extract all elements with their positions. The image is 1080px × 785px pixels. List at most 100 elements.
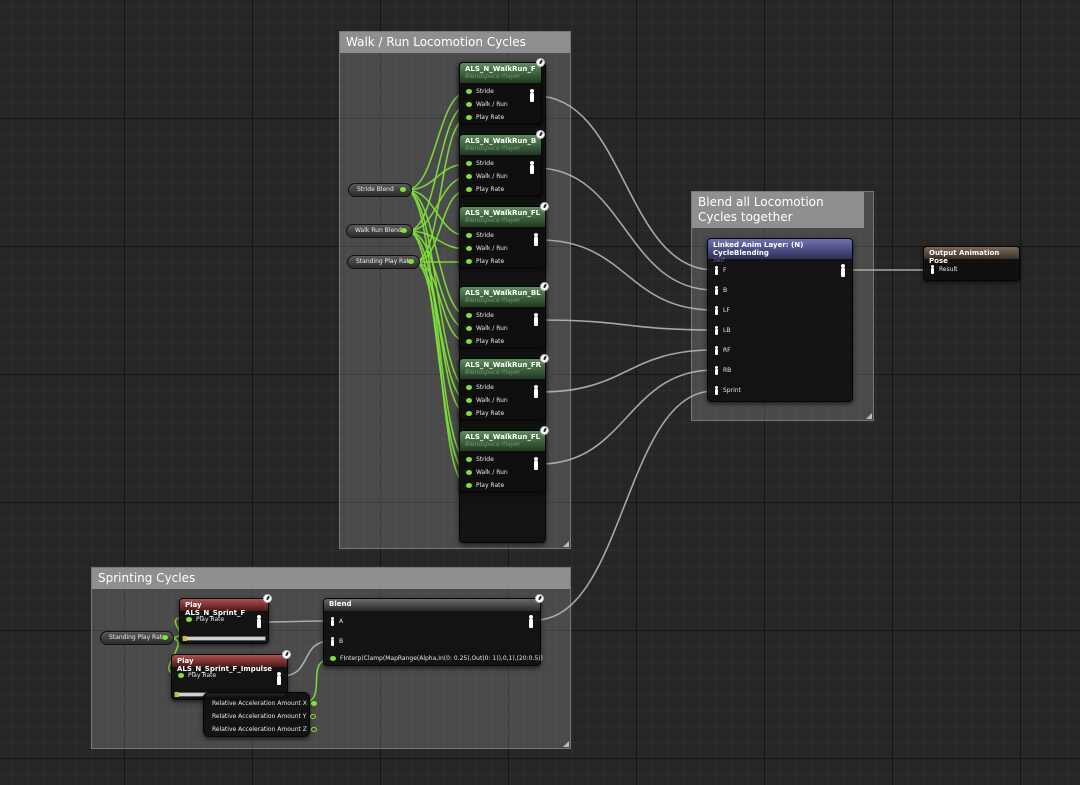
variable-label: Walk Run Blend	[355, 227, 402, 234]
pin-sprint[interactable]: Sprint	[714, 386, 741, 395]
node-header[interactable]: ALS_N_WalkRun_FR Blendspace Player	[460, 359, 545, 379]
pin-rf[interactable]: RF	[714, 346, 731, 355]
pin-play-rate[interactable]: Play Rate	[466, 482, 504, 490]
resize-grip[interactable]	[563, 741, 569, 747]
pin-stride[interactable]: Stride	[466, 232, 494, 240]
pin-label: Stride	[476, 384, 494, 391]
pose-output-icon[interactable]	[533, 457, 539, 470]
pin-label: Relative Acceleration Amount Z	[212, 726, 307, 733]
pin-alpha[interactable]: FInterp(Clamp(MapRange(Alpha,In(0: 0.25)…	[330, 655, 543, 663]
resize-grip[interactable]	[866, 413, 872, 419]
node-header[interactable]: ALS_N_WalkRun_FL Blendspace Player	[460, 207, 545, 227]
pin-label: Relative Acceleration Amount Y	[212, 713, 307, 720]
pin-walk-run[interactable]: Walk / Run	[466, 469, 508, 477]
pin-label: RB	[723, 367, 732, 374]
linked-anim-layer-node[interactable]: Linked Anim Layer: (N) CycleBlending Self…	[707, 238, 853, 402]
pin-walk-run[interactable]: Walk / Run	[466, 101, 508, 109]
pin-play-rate[interactable]: Play Rate	[466, 258, 504, 266]
clock-icon	[540, 202, 549, 211]
node-subtitle: Blendspace Player	[465, 369, 521, 376]
pose-pin-icon	[714, 306, 719, 315]
pin-stride[interactable]: Stride	[466, 160, 494, 168]
comment-title: Sprinting Cycles	[92, 568, 570, 589]
variable-walk-run-blend[interactable]: Walk Run Blend	[346, 224, 413, 238]
float-pin-icon	[466, 398, 472, 403]
pin-play-rate[interactable]: Play Rate	[466, 114, 504, 122]
pin-play-rate[interactable]: Play Rate	[466, 410, 504, 418]
blendspace-node-walkrun-b[interactable]: ALS_N_WalkRun_B Blendspace Player Stride …	[459, 130, 545, 196]
pin-f[interactable]: F	[714, 266, 726, 275]
blendspace-node-walkrun-f[interactable]: ALS_N_WalkRun_F Blendspace Player Stride …	[459, 58, 545, 124]
node-subtitle: Blendspace Player	[465, 297, 521, 304]
break-vector-node[interactable]: Relative Acceleration Amount X Relative …	[203, 692, 317, 737]
output-pin[interactable]	[400, 187, 406, 192]
node-subtitle: Blendspace Player	[465, 73, 521, 80]
pin-play-rate[interactable]: Play Rate	[466, 186, 504, 194]
float-pin-icon	[466, 385, 472, 390]
blendspace-node-walkrun-bl[interactable]: ALS_N_WalkRun_BL Blendspace Player Stride…	[459, 282, 549, 348]
pin-walk-run[interactable]: Walk / Run	[466, 325, 508, 333]
node-header[interactable]: ALS_N_WalkRun_BL Blendspace Player	[460, 287, 545, 307]
sequence-player-sprint-f[interactable]: Play ALS_N_Sprint_F Play Rate	[179, 594, 272, 644]
pose-output-icon[interactable]	[533, 313, 539, 326]
pose-output-icon[interactable]	[256, 615, 262, 628]
pin-walk-run[interactable]: Walk / Run	[466, 397, 508, 405]
node-title: Play ALS_N_Sprint_F_Impulse	[177, 657, 272, 673]
pin-lf[interactable]: LF	[714, 306, 730, 315]
node-header[interactable]: Output Animation Pose	[924, 247, 1019, 265]
clock-icon	[535, 594, 544, 603]
pose-output-icon[interactable]	[528, 615, 534, 628]
output-animation-pose-node[interactable]: Output Animation Pose Result	[923, 246, 1020, 281]
pin-rb[interactable]: RB	[714, 366, 731, 375]
pose-output-icon[interactable]	[840, 264, 846, 277]
pin-play-rate[interactable]: Play Rate	[186, 616, 224, 624]
pin-stride[interactable]: Stride	[466, 88, 494, 96]
pin-b[interactable]: B	[330, 637, 343, 646]
pin-stride[interactable]: Stride	[466, 456, 494, 464]
blendspace-node-walkrun-fl-2[interactable]: ALS_N_WalkRun_FL Blendspace Player Stride…	[459, 426, 549, 492]
pin-acceleration-x[interactable]: Relative Acceleration Amount X	[212, 700, 317, 708]
node-header[interactable]: Play ALS_N_Sprint_F_Impulse	[172, 655, 287, 673]
pin-walk-run[interactable]: Walk / Run	[466, 173, 508, 181]
pin-b[interactable]: B	[714, 286, 727, 295]
clock-icon	[540, 282, 549, 291]
output-pin[interactable]	[401, 228, 407, 233]
pose-output-icon[interactable]	[533, 385, 539, 398]
pin-label: Stride	[476, 456, 494, 463]
slider-knob[interactable]	[183, 636, 187, 641]
resize-grip[interactable]	[563, 541, 569, 547]
output-pin[interactable]	[408, 259, 414, 264]
position-slider[interactable]	[182, 636, 266, 641]
node-header[interactable]: Blend	[324, 599, 540, 611]
pin-stride[interactable]: Stride	[466, 384, 494, 392]
pin-acceleration-y[interactable]: Relative Acceleration Amount Y	[212, 713, 317, 721]
variable-standing-play-rate[interactable]: Standing Play Rate	[347, 255, 420, 269]
node-header[interactable]: Linked Anim Layer: (N) CycleBlending Self	[708, 239, 852, 264]
pin-a[interactable]: A	[330, 617, 343, 626]
pin-stride[interactable]: Stride	[466, 312, 494, 320]
float-pin-icon	[330, 656, 336, 661]
variable-standing-play-rate-sprint[interactable]: Standing Play Rate	[100, 631, 174, 645]
pin-play-rate[interactable]: Play Rate	[178, 672, 216, 680]
pose-output-icon[interactable]	[533, 233, 539, 246]
pin-lb[interactable]: LB	[714, 326, 730, 335]
node-header[interactable]: ALS_N_WalkRun_B Blendspace Player	[460, 135, 541, 155]
node-header[interactable]: Play ALS_N_Sprint_F	[180, 599, 268, 617]
output-pin[interactable]	[162, 635, 168, 640]
blend-node[interactable]: Blend A B FInterp(Clamp(MapRange(Alpha,I…	[323, 594, 544, 666]
pin-result[interactable]: Result	[930, 265, 958, 274]
pose-output-icon[interactable]	[276, 672, 282, 685]
blendspace-node-walkrun-fl[interactable]: ALS_N_WalkRun_FL Blendspace Player Stride…	[459, 202, 549, 268]
variable-stride-blend[interactable]: Stride Blend	[348, 183, 412, 197]
pose-output-icon[interactable]	[529, 89, 535, 102]
pose-output-icon[interactable]	[529, 161, 535, 174]
pin-acceleration-z[interactable]: Relative Acceleration Amount Z	[212, 726, 317, 734]
pin-walk-run[interactable]: Walk / Run	[466, 245, 508, 253]
comment-title: Walk / Run Locomotion Cycles	[340, 32, 570, 53]
slider-knob[interactable]	[175, 692, 179, 697]
node-header[interactable]: ALS_N_WalkRun_F Blendspace Player	[460, 63, 541, 83]
float-pin-icon	[466, 457, 472, 462]
pin-play-rate[interactable]: Play Rate	[466, 338, 504, 346]
node-header[interactable]: ALS_N_WalkRun_FL Blendspace Player	[460, 431, 545, 451]
blendspace-node-walkrun-fr[interactable]: ALS_N_WalkRun_FR Blendspace Player Stride…	[459, 354, 549, 420]
